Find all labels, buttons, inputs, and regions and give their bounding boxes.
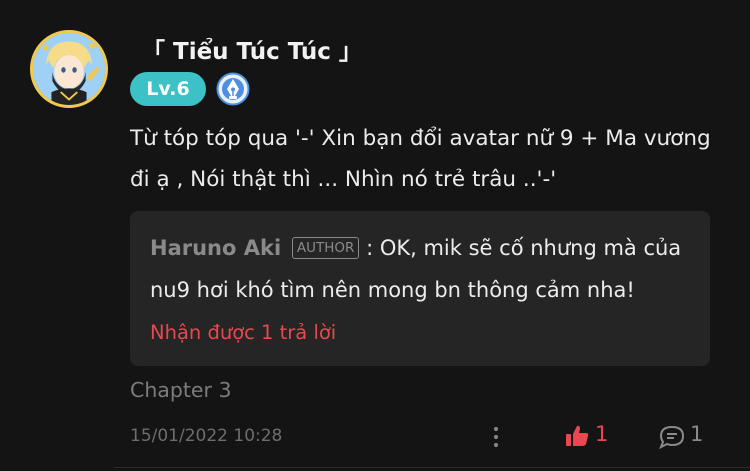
author-tag: AUTHOR: [291, 237, 360, 259]
view-replies-link[interactable]: Nhận được 1 trả lời: [150, 321, 336, 344]
user-avatar[interactable]: [30, 30, 108, 108]
level-badge: Lv.6: [130, 72, 206, 106]
pen-nib-badge-icon: [216, 72, 250, 106]
reply-content: Haruno Aki AUTHOR : OK, mik sẽ cố nhưng …: [150, 227, 700, 311]
thumbs-up-icon[interactable]: [564, 423, 590, 449]
comment-timestamp: 15/01/2022 10:28: [130, 426, 283, 446]
comment-text: Từ tóp tóp qua '-' Xin bạn đổi avatar nữ…: [130, 126, 711, 192]
divider: [114, 467, 750, 468]
reply-preview[interactable]: Haruno Aki AUTHOR : OK, mik sẽ cố nhưng …: [130, 211, 710, 366]
chapter-label[interactable]: Chapter 3: [130, 378, 232, 402]
reply-author-name[interactable]: Haruno Aki: [150, 236, 281, 260]
comment-bubble-icon[interactable]: [658, 424, 686, 450]
more-vertical-icon[interactable]: [486, 424, 506, 450]
avatar-image: [33, 33, 105, 105]
like-count: 1: [595, 422, 609, 446]
username[interactable]: 「 Tiểu Túc Túc 」: [142, 32, 362, 66]
reply-count: 1: [690, 422, 704, 446]
